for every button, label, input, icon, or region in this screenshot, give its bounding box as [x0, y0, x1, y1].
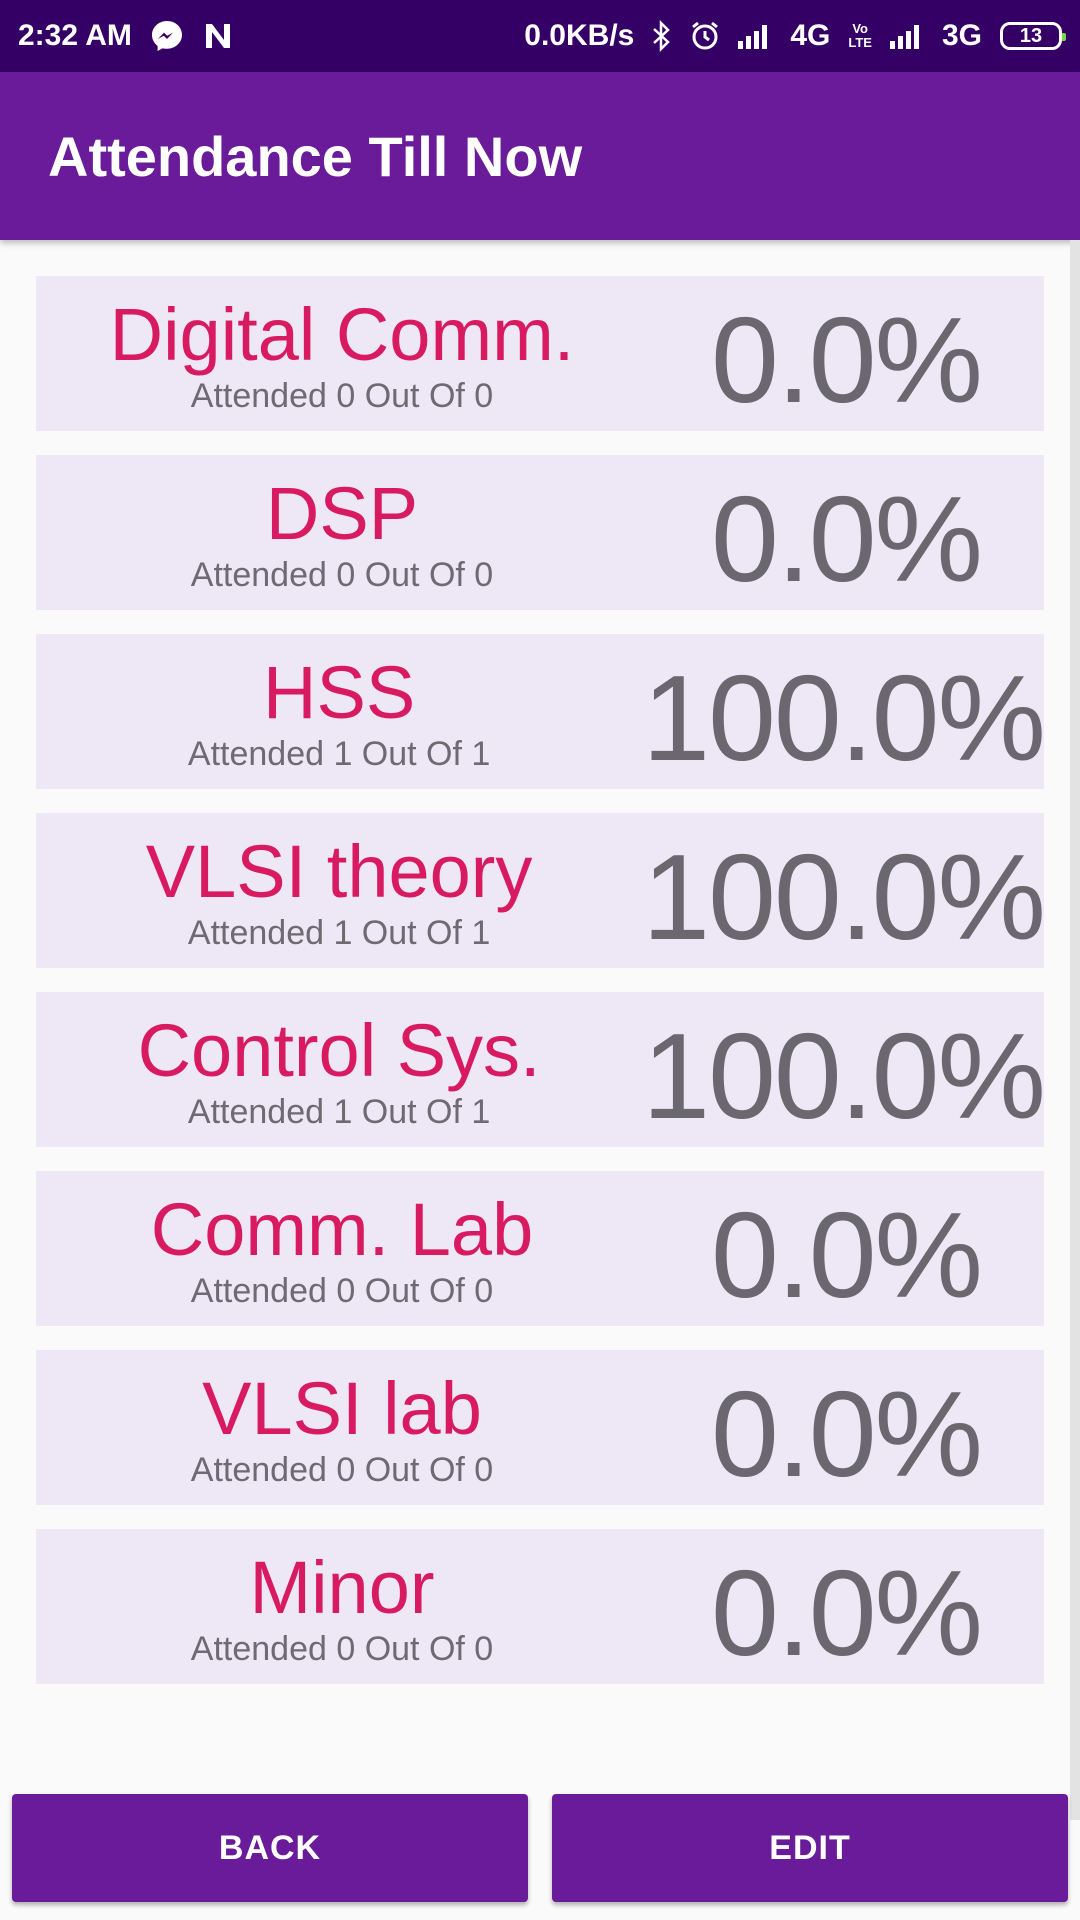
list-item[interactable]: Minor Attended 0 Out Of 0 0.0% [36, 1529, 1044, 1684]
subject-name: Minor [249, 1545, 435, 1629]
back-button[interactable]: BACK [12, 1794, 528, 1902]
battery-level: 13 [1019, 24, 1043, 47]
attended-count: Attended 1 Out Of 1 [187, 913, 491, 952]
list-item[interactable]: Control Sys. Attended 1 Out Of 1 100.0% [36, 992, 1046, 1147]
attended-count: Attended 0 Out Of 0 [190, 1271, 494, 1310]
attendance-percent: 0.0% [710, 291, 983, 428]
n-notification-icon [202, 20, 234, 52]
list-item[interactable]: HSS Attended 1 Out Of 1 100.0% [36, 634, 1046, 789]
attendance-list: Digital Comm. Attended 0 Out Of 0 0.0% D… [36, 276, 1046, 1708]
page-title: Attendance Till Now [48, 124, 583, 188]
attendance-percent: 100.0% [642, 828, 1046, 965]
attended-count: Attended 1 Out Of 1 [187, 1092, 491, 1131]
signal-icon [738, 23, 772, 49]
attendance-percent: 0.0% [710, 1186, 983, 1323]
signal-icon [889, 23, 924, 49]
subject-name: DSP [265, 471, 419, 555]
subject-name: Digital Comm. [109, 292, 575, 376]
attendance-percent: 0.0% [710, 1365, 983, 1502]
list-item[interactable]: VLSI lab Attended 0 Out Of 0 0.0% [36, 1350, 1044, 1505]
subject-name: VLSI theory [145, 829, 533, 913]
attended-count: Attended 1 Out Of 1 [187, 734, 491, 773]
attended-count: Attended 0 Out Of 0 [190, 555, 494, 594]
attendance-percent: 100.0% [642, 649, 1046, 786]
subject-name: HSS [263, 650, 416, 734]
list-item[interactable]: Digital Comm. Attended 0 Out Of 0 0.0% [36, 276, 1044, 431]
attended-count: Attended 0 Out Of 0 [190, 376, 494, 415]
subject-name: VLSI lab [202, 1366, 482, 1450]
subject-name: Comm. Lab [150, 1187, 534, 1271]
attendance-percent: 0.0% [710, 1544, 983, 1681]
attendance-percent: 0.0% [710, 470, 983, 607]
status-bar: 2:32 AM 0.0KB/s 4G Vo LTE 3G 13 [0, 0, 1080, 72]
edit-button[interactable]: EDIT [552, 1794, 1068, 1902]
button-bar: BACK EDIT [12, 1794, 1068, 1902]
list-item[interactable]: VLSI theory Attended 1 Out Of 1 100.0% [36, 813, 1046, 968]
attendance-percent: 100.0% [642, 1007, 1046, 1144]
alarm-icon [690, 20, 720, 52]
messenger-icon [150, 19, 184, 53]
attended-count: Attended 0 Out Of 0 [190, 1629, 494, 1668]
volte-icon: Vo LTE [848, 21, 872, 50]
network-type-1: 4G [790, 19, 831, 52]
scrollbar[interactable] [1070, 240, 1080, 1820]
status-time: 2:32 AM [18, 19, 132, 52]
list-item[interactable]: DSP Attended 0 Out Of 0 0.0% [36, 455, 1044, 610]
list-item[interactable]: Comm. Lab Attended 0 Out Of 0 0.0% [36, 1171, 1044, 1326]
subject-name: Control Sys. [137, 1008, 541, 1092]
bluetooth-icon [652, 20, 672, 52]
net-speed: 0.0KB/s [524, 19, 635, 52]
network-type-2: 3G [941, 19, 982, 52]
app-bar: Attendance Till Now [0, 72, 1080, 240]
attended-count: Attended 0 Out Of 0 [190, 1450, 494, 1489]
battery-icon: 13 [1000, 22, 1066, 50]
